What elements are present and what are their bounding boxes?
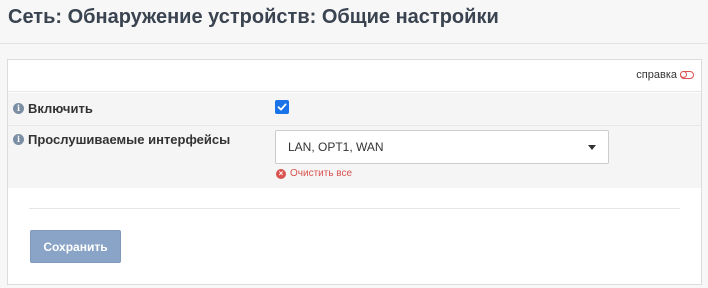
clear-all-link[interactable]: × Очистить все [276, 168, 352, 179]
interfaces-label: Прослушиваемые интерфейсы [28, 132, 231, 147]
interfaces-select[interactable]: LAN, OPT1, WAN [275, 130, 609, 164]
clear-all-label: Очистить все [290, 168, 353, 179]
interfaces-row: i Прослушиваемые интерфейсы LAN, OPT1, W… [8, 126, 701, 188]
divider [29, 208, 680, 209]
enable-checkbox[interactable] [275, 100, 289, 114]
settings-panel: справка i Включить i Прослушиваемые инте… [7, 59, 702, 285]
enable-row: i Включить [8, 93, 701, 126]
save-button[interactable]: Сохранить [30, 230, 121, 263]
checkmark-icon [277, 103, 287, 111]
caret-down-icon [588, 145, 596, 150]
help-toggle[interactable]: справка [636, 69, 694, 81]
page-header: Сеть: Обнаружение устройств: Общие настр… [0, 0, 708, 44]
toggle-icon[interactable] [680, 71, 694, 79]
enable-label: Включить [28, 101, 93, 116]
times-circle-icon: × [276, 168, 286, 179]
enable-value-cell [268, 93, 701, 125]
interfaces-value-cell: LAN, OPT1, WAN × Очистить все [268, 126, 701, 188]
help-label: справка [636, 69, 677, 81]
info-icon[interactable]: i [13, 103, 24, 114]
enable-label-cell: i Включить [13, 101, 93, 116]
help-row: справка [8, 60, 701, 92]
info-icon[interactable]: i [13, 134, 24, 145]
interfaces-label-cell: i Прослушиваемые интерфейсы [13, 132, 230, 147]
form-footer: Сохранить [8, 188, 701, 284]
interfaces-selected-value: LAN, OPT1, WAN [288, 140, 384, 154]
page-title: Сеть: Обнаружение устройств: Общие настр… [8, 6, 499, 28]
